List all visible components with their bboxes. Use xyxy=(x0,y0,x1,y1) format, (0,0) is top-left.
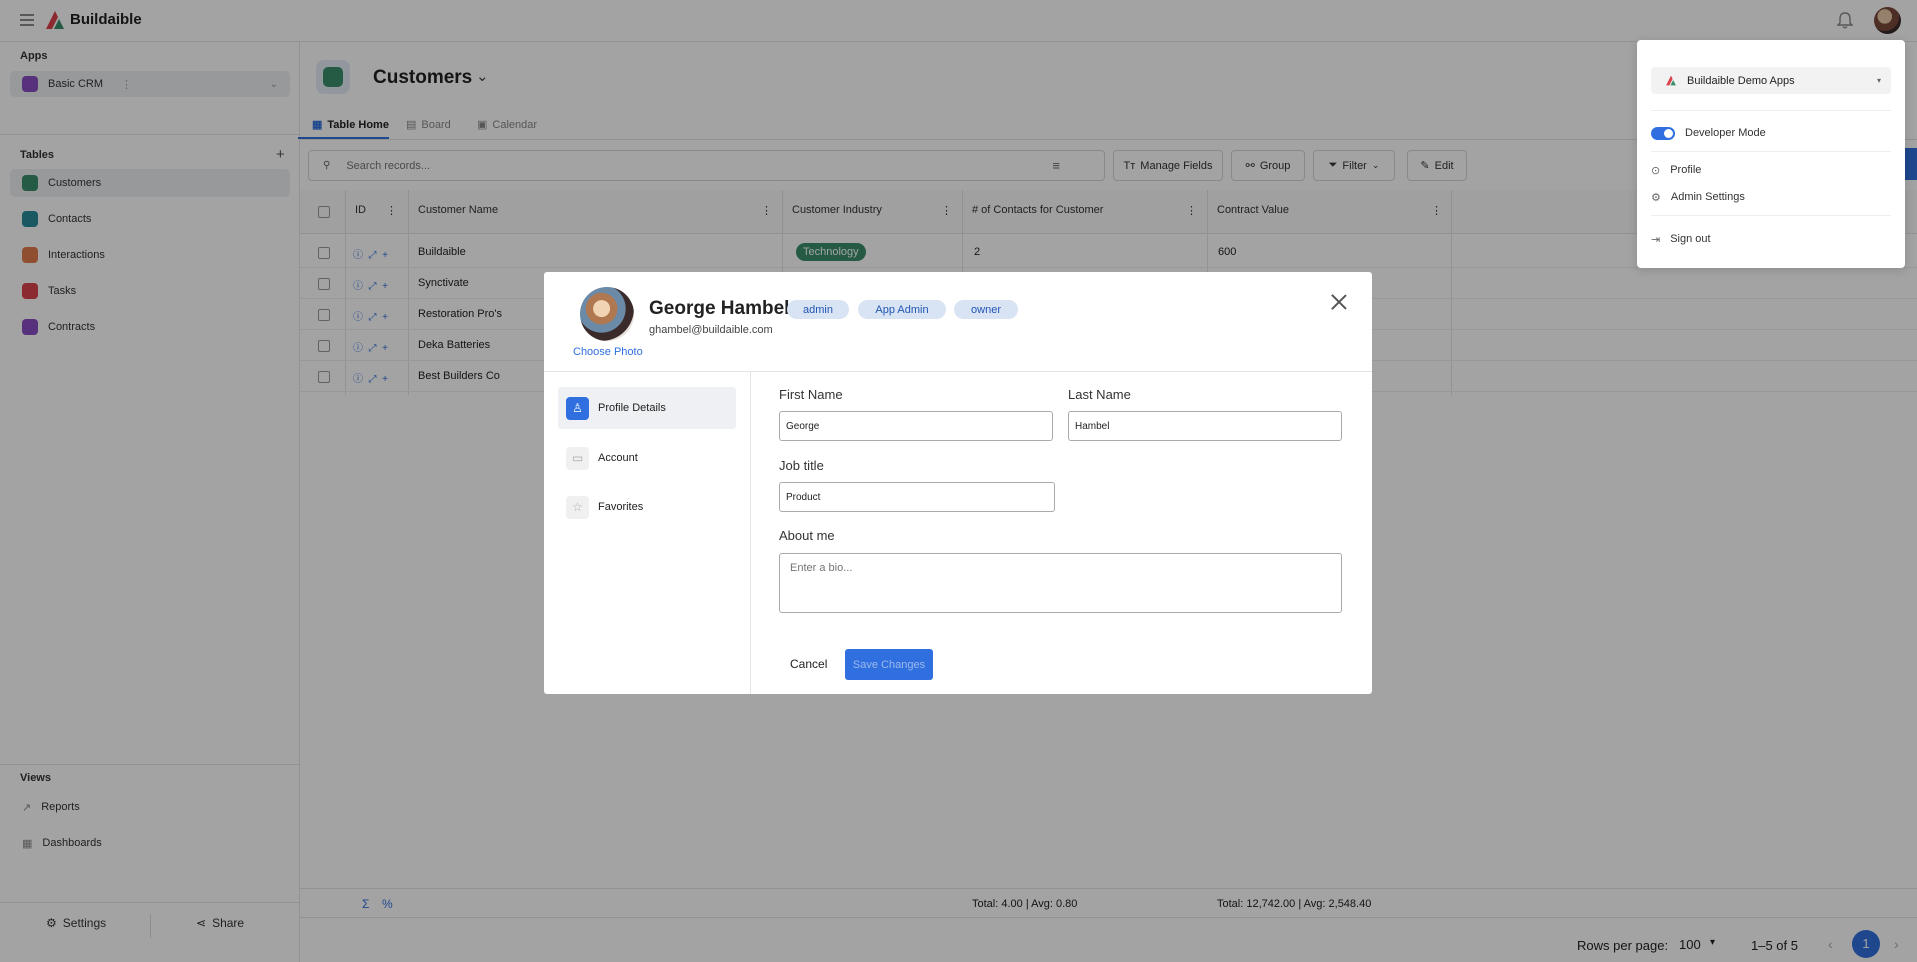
close-icon[interactable] xyxy=(1331,294,1347,310)
menu-favorites[interactable]: ☆ Favorites xyxy=(558,486,736,528)
last-name-field[interactable] xyxy=(1068,411,1342,441)
menu-item-profile[interactable]: ⊙ Profile xyxy=(1651,159,1701,181)
sign-out-icon: ⇥ xyxy=(1651,233,1661,246)
divider xyxy=(1651,151,1891,152)
first-name-field[interactable] xyxy=(779,411,1053,441)
person-icon: ♙ xyxy=(566,396,589,420)
job-title-label: Job title xyxy=(779,458,824,473)
divider xyxy=(1651,215,1891,216)
buildaible-logo-icon xyxy=(1666,75,1676,86)
profile-avatar[interactable] xyxy=(580,287,634,341)
first-name-label: First Name xyxy=(779,387,843,402)
account-icon: ▭ xyxy=(566,446,589,470)
profile-modal: Choose Photo George Hambel ghambel@build… xyxy=(544,272,1372,694)
role-badge: App Admin xyxy=(858,300,946,319)
about-me-label: About me xyxy=(779,528,835,543)
admin-settings-icon: ⚙ xyxy=(1651,191,1661,204)
about-me-field[interactable] xyxy=(779,553,1342,613)
menu-account[interactable]: ▭ Account xyxy=(558,437,736,479)
cancel-button[interactable]: Cancel xyxy=(790,657,827,671)
last-name-label: Last Name xyxy=(1068,387,1131,402)
developer-mode-toggle[interactable]: Developer Mode xyxy=(1651,122,1766,144)
profile-email: ghambel@buildaible.com xyxy=(649,324,773,336)
profile-name: George Hambel xyxy=(649,298,790,319)
save-changes-button[interactable]: Save Changes xyxy=(845,649,933,680)
toggle-switch[interactable] xyxy=(1651,126,1675,140)
job-title-field[interactable] xyxy=(779,482,1055,512)
divider xyxy=(544,371,1372,372)
star-icon: ☆ xyxy=(566,495,589,519)
choose-photo-link[interactable]: Choose Photo xyxy=(573,346,643,358)
menu-item-admin-settings[interactable]: ⚙ Admin Settings xyxy=(1651,186,1745,208)
menu-item-sign-out[interactable]: ⇥ Sign out xyxy=(1651,228,1711,250)
user-menu-dropdown: Buildaible Demo Apps ▾ Developer Mode ⊙ … xyxy=(1637,40,1905,268)
profile-icon: ⊙ xyxy=(1651,164,1661,177)
chevron-down-icon: ▾ xyxy=(1876,76,1881,85)
menu-profile-details[interactable]: ♙ Profile Details xyxy=(558,387,736,429)
divider xyxy=(1651,110,1891,111)
role-badge: admin xyxy=(787,300,849,319)
role-badge: owner xyxy=(954,300,1018,319)
workspace-selector[interactable]: Buildaible Demo Apps ▾ xyxy=(1651,67,1891,94)
divider xyxy=(750,371,751,694)
